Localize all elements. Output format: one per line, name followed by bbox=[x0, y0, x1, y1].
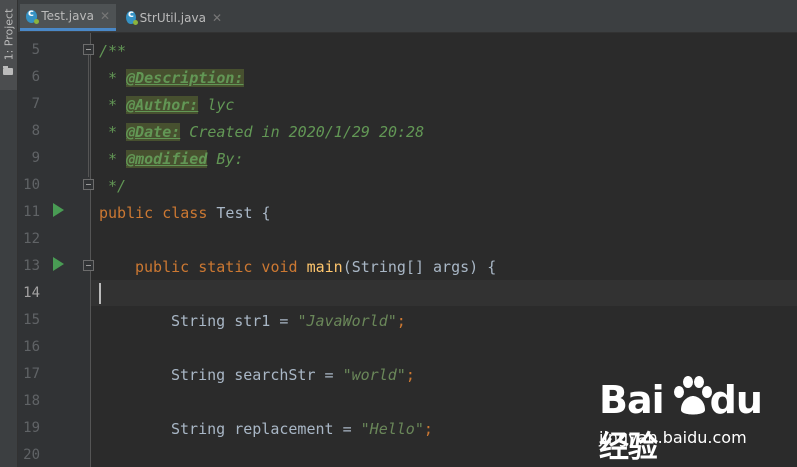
line-number: 19 bbox=[23, 420, 40, 436]
close-tab-icon[interactable]: ✕ bbox=[100, 9, 110, 23]
code-line-5: /** bbox=[99, 42, 127, 60]
tab-test-java[interactable]: Test.java ✕ bbox=[20, 4, 116, 31]
code-line-6: * @Description: bbox=[99, 69, 244, 87]
code-line-13: public static void main(String[] args) { bbox=[135, 258, 497, 276]
line-number: 5 bbox=[31, 42, 40, 58]
text-caret bbox=[99, 283, 101, 304]
close-tab-icon[interactable]: ✕ bbox=[212, 11, 222, 25]
folder-icon bbox=[3, 66, 13, 75]
current-line-highlight bbox=[91, 280, 797, 306]
tab-label: StrUtil.java bbox=[139, 10, 206, 25]
line-number: 11 bbox=[23, 204, 40, 220]
line-number: 16 bbox=[23, 339, 40, 355]
code-line-15: String str1 = "JavaWorld"; bbox=[171, 312, 406, 330]
run-class-icon[interactable] bbox=[53, 203, 64, 217]
tab-label: Test.java bbox=[41, 9, 94, 23]
code-line-17: String searchStr = "world"; bbox=[171, 366, 415, 384]
java-class-icon bbox=[126, 9, 138, 25]
editor-tab-bar: Test.java ✕ StrUtil.java ✕ bbox=[18, 0, 797, 33]
project-tool-button[interactable]: 1: Project bbox=[0, 0, 17, 90]
code-line-8: * @Date: Created in 2020/1/29 20:28 bbox=[99, 123, 425, 141]
editor-gutter: 5 6 7 8 9 10 11 12 13 14 15 16 17 18 19 … bbox=[18, 33, 94, 467]
fold-guide bbox=[88, 53, 89, 177]
watermark-url: jingyan.baidu.com bbox=[599, 428, 747, 447]
line-number: 7 bbox=[31, 96, 40, 112]
line-number: 15 bbox=[23, 312, 40, 328]
code-line-11: public class Test { bbox=[99, 204, 271, 222]
baidu-jingyan-watermark: Bai du经验 jingyan.baidu.com bbox=[597, 376, 787, 465]
baidu-paw-icon bbox=[674, 376, 712, 415]
line-number: 13 bbox=[23, 258, 40, 274]
code-line-7: * @Author: lyc bbox=[99, 96, 235, 114]
project-tool-strip: 1: Project bbox=[0, 0, 18, 467]
code-line-19: String replacement = "Hello"; bbox=[171, 420, 433, 438]
line-number-current: 14 bbox=[23, 285, 40, 301]
project-tool-label: 1: Project bbox=[2, 8, 16, 61]
line-number: 9 bbox=[31, 150, 40, 166]
line-number: 20 bbox=[23, 447, 40, 463]
code-line-9: * @modified By: bbox=[99, 150, 244, 168]
code-line-10: */ bbox=[99, 177, 127, 195]
line-number: 10 bbox=[23, 177, 40, 193]
tab-strutil-java[interactable]: StrUtil.java ✕ bbox=[120, 4, 228, 31]
line-number: 17 bbox=[23, 366, 40, 382]
line-number: 8 bbox=[31, 123, 40, 139]
line-number: 12 bbox=[23, 231, 40, 247]
run-main-icon[interactable] bbox=[53, 257, 64, 271]
java-class-icon bbox=[26, 8, 40, 24]
line-number: 6 bbox=[31, 69, 40, 85]
line-number: 18 bbox=[23, 393, 40, 409]
